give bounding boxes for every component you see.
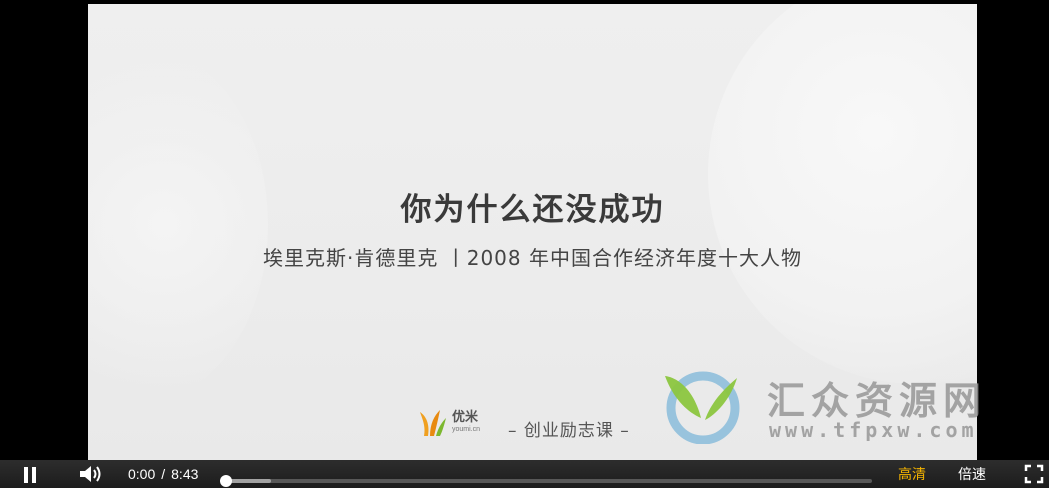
- watermark-title: 汇众资源网: [767, 379, 988, 423]
- logo-domain: youmi.cn: [452, 426, 481, 433]
- youmi-logo: 优米 youmi.cn: [418, 404, 480, 440]
- volume-icon: [80, 466, 101, 482]
- speed-label: 倍速: [958, 467, 986, 483]
- quality-button[interactable]: 高清: [898, 460, 926, 488]
- control-bar: 0:00 / 8:43 高清 倍速: [0, 460, 1049, 488]
- duration: 8:43: [171, 466, 199, 482]
- speed-button[interactable]: 倍速: [958, 460, 986, 488]
- fullscreen-icon: [1024, 464, 1044, 484]
- fullscreen-button[interactable]: [1024, 460, 1044, 488]
- watermark-logo-icon: [665, 371, 740, 444]
- progress-bar[interactable]: [220, 475, 872, 487]
- course-tag: – 创业励志课 –: [508, 421, 630, 441]
- pause-icon: [24, 467, 36, 483]
- logo-name: 优米: [452, 410, 479, 425]
- pause-button[interactable]: [20, 460, 40, 488]
- buffered-range: [226, 479, 272, 483]
- video-player[interactable]: 你为什么还没成功 埃里克斯·肯德里克 丨2008 年中国合作经济年度十大人物 优…: [0, 0, 1049, 488]
- watermark: 汇众资源网 www.tfpxw.com: [655, 366, 1049, 450]
- current-time: 0:00: [128, 466, 156, 482]
- time-separator: /: [161, 466, 166, 482]
- volume-button[interactable]: [78, 460, 104, 488]
- progress-handle[interactable]: [220, 475, 232, 487]
- logo-icon: [418, 406, 448, 438]
- quality-label: 高清: [898, 467, 926, 483]
- time-display: 0:00 / 8:43: [128, 460, 198, 488]
- watermark-url: www.tfpxw.com: [769, 418, 978, 442]
- slide-title: 你为什么还没成功: [400, 192, 665, 228]
- slide-subtitle: 埃里克斯·肯德里克 丨2008 年中国合作经济年度十大人物: [263, 246, 802, 270]
